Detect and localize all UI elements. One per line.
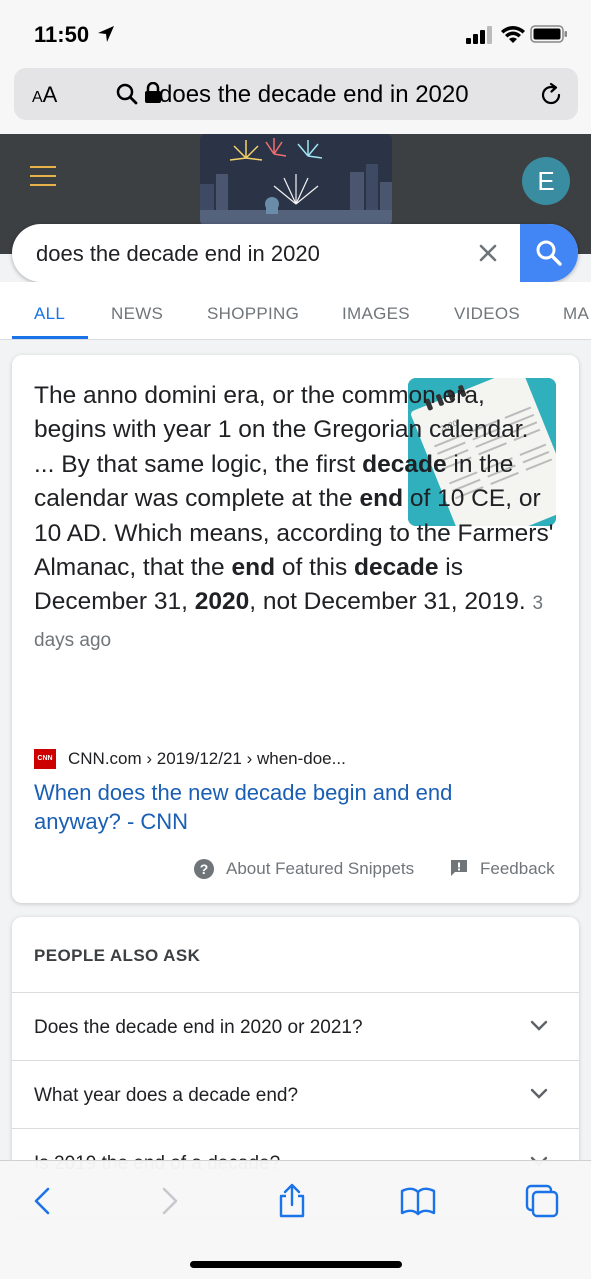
wifi-icon [501, 26, 525, 43]
location-arrow-icon [98, 26, 114, 42]
snippet-result-link[interactable]: When does the new decade begin and end a… [34, 778, 514, 836]
snippet-bold-term: decade [354, 554, 439, 582]
safari-address-area: AA does the decade end in 2020 [0, 68, 591, 134]
status-bar: 11:50 [0, 0, 591, 68]
paa-title: PEOPLE ALSO ASK [34, 946, 201, 965]
tab-videos[interactable]: VIDEOS [454, 304, 520, 324]
paa-question-text: What year does a decade end? [34, 1085, 299, 1106]
search-icon [116, 83, 138, 105]
forward-icon[interactable] [150, 1183, 186, 1219]
chevron-down-icon [530, 1020, 548, 1031]
paa-question-text: Does the decade end in 2020 or 2021? [34, 1017, 363, 1038]
menu-icon[interactable] [30, 166, 56, 186]
battery-icon [530, 25, 567, 43]
reader-aa-button[interactable]: AA [32, 82, 57, 108]
cellular-signal-icon [466, 26, 492, 44]
feedback-link[interactable]: Feedback [480, 859, 555, 879]
snippet-text-segment: , not December 31, 2019. [249, 588, 526, 616]
featured-snippet: 2020 The anno domini era, or the common … [12, 355, 579, 903]
active-tab-indicator [12, 336, 88, 339]
share-icon[interactable] [274, 1183, 310, 1219]
address-text[interactable]: does the decade end in 2020 [159, 81, 469, 109]
status-time: 11:50 [34, 22, 90, 47]
snippet-bold-term: 2020 [194, 588, 250, 616]
chevron-down-icon [530, 1088, 548, 1099]
avatar[interactable]: E [522, 157, 570, 205]
snippet-bold-term: end [231, 554, 276, 582]
search-box[interactable]: does the decade end in 2020 [12, 224, 578, 282]
help-icon[interactable]: ? [194, 859, 214, 879]
google-doodle[interactable] [200, 134, 392, 226]
search-button[interactable] [520, 224, 578, 282]
tab-shopping[interactable]: SHOPPING [207, 304, 299, 324]
tab-maps[interactable]: MA [563, 304, 589, 324]
back-icon[interactable] [26, 1183, 62, 1219]
snippet-bold-term: end [359, 485, 404, 513]
search-input[interactable]: does the decade end in 2020 [36, 241, 320, 267]
tabs-icon[interactable] [524, 1183, 560, 1219]
cnn-logo-icon: CNN [34, 749, 56, 769]
home-indicator [190, 1261, 402, 1268]
reload-icon[interactable] [538, 82, 564, 108]
paa-question[interactable]: What year does a decade end? [12, 1060, 579, 1128]
snippet-footer: ? About Featured Snippets Feedback [12, 855, 579, 885]
tab-news[interactable]: NEWS [111, 304, 163, 324]
feedback-icon[interactable] [450, 859, 468, 877]
snippet-bold-term: decade [362, 450, 447, 478]
safari-toolbar [0, 1160, 591, 1279]
search-tabs: ALL NEWS SHOPPING IMAGES VIDEOS MA [0, 282, 591, 340]
tab-all[interactable]: ALL [34, 304, 65, 324]
clear-icon[interactable] [476, 241, 500, 265]
snippet-text: The anno domini era, or the common era, … [34, 379, 554, 658]
address-bar[interactable]: AA does the decade end in 2020 [14, 68, 578, 120]
bookmarks-icon[interactable] [400, 1183, 436, 1219]
about-featured-snippets-link[interactable]: About Featured Snippets [226, 859, 414, 879]
search-icon [536, 240, 562, 266]
snippet-text-segment: of this [275, 554, 355, 582]
snippet-source[interactable]: CNN CNN.com › 2019/12/21 › when-doe... [34, 748, 346, 770]
source-breadcrumb: CNN.com › 2019/12/21 › when-doe... [68, 749, 346, 768]
tab-images[interactable]: IMAGES [342, 304, 410, 324]
paa-question[interactable]: Does the decade end in 2020 or 2021? [12, 992, 579, 1060]
